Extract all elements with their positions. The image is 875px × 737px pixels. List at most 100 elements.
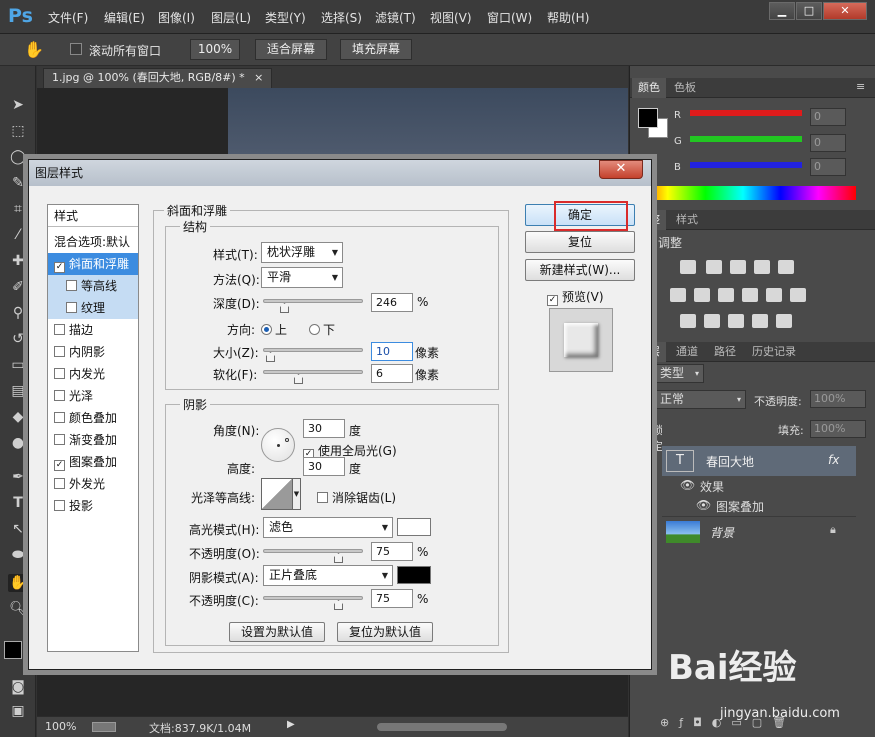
tab-history[interactable]: 历史记录 [746,342,802,362]
pen-tool-icon[interactable]: ✒ [8,468,28,486]
channel-b-value[interactable]: 0 [810,158,846,176]
direction-down-option[interactable]: 下 [309,321,335,338]
menu-help[interactable]: 帮助(H) [547,9,589,26]
scroll-all-checkbox[interactable] [70,43,82,55]
style-item[interactable]: 纹理 [48,297,138,319]
color-lookup-icon[interactable] [790,288,806,302]
screen-mode-icon[interactable]: ▣ [8,702,28,720]
horizontal-scrollbar[interactable] [377,723,507,731]
pattern-overlay-eye-icon[interactable]: 👁︎ [696,498,711,512]
style-item[interactable]: 颜色叠加 [48,407,138,429]
fill-value[interactable]: 100% [810,420,866,438]
gloss-contour-picker[interactable] [261,478,293,510]
threshold-icon[interactable] [728,314,744,328]
angle-input[interactable]: 30 [303,419,345,438]
angle-dial[interactable] [261,428,295,462]
quick-mask-icon[interactable]: ◙ [8,678,28,696]
anti-alias-option[interactable]: 消除锯齿(L) [317,489,396,506]
layer-row-background[interactable]: 背景 🔒︎ [662,516,856,546]
highlight-opacity-input[interactable]: 75 [371,542,413,561]
photo-filter-icon[interactable] [742,288,758,302]
fit-screen-button[interactable]: 适合屏幕 [255,39,327,60]
style-item[interactable]: 渐变叠加 [48,429,138,451]
style-item-checkbox[interactable] [54,500,65,511]
zoom-100-button[interactable]: 100% [190,39,240,60]
bw-icon[interactable] [718,288,734,302]
foreground-color-swatch[interactable] [4,641,22,659]
reset-default-button[interactable]: 复位为默认值 [337,622,433,642]
gradient-map-icon[interactable] [776,314,792,328]
document-tab[interactable]: 1.jpg @ 100% (春回大地, RGB/8#) * × [43,68,273,88]
menu-layer[interactable]: 图层(L) [211,9,251,26]
channel-mixer-icon[interactable] [766,288,782,302]
tab-channels[interactable]: 通道 [670,342,704,362]
soften-input[interactable]: 6 [371,364,413,383]
style-item[interactable]: 混合选项:默认 [48,231,138,253]
fill-screen-button[interactable]: 填充屏幕 [340,39,412,60]
tab-paths[interactable]: 路径 [708,342,742,362]
marquee-tool-icon[interactable]: ⬚ [8,122,28,140]
anti-alias-checkbox[interactable] [317,492,328,503]
style-item[interactable]: 投影 [48,495,138,517]
highlight-opacity-slider[interactable] [263,549,363,563]
path-select-tool-icon[interactable]: ↖ [8,520,28,538]
status-arrow-icon[interactable]: ▶ [287,719,295,730]
shadow-mode-select[interactable]: 正片叠底 ▼ [263,565,393,586]
quick-select-tool-icon[interactable]: ✎ [8,174,28,192]
style-item[interactable]: 等高线 [48,275,138,297]
menu-type[interactable]: 类型(Y) [265,9,306,26]
status-zoom[interactable]: 100% [45,720,76,733]
blend-mode-select[interactable]: 正常 ▾ [654,390,746,409]
layer-row-text[interactable]: T 春回大地 fx [662,446,856,476]
highlight-mode-select[interactable]: 滤色 ▼ [263,517,393,538]
style-item-checkbox[interactable] [54,434,65,445]
effects-eye-icon[interactable]: 👁︎ [680,478,695,492]
history-brush-tool-icon[interactable]: ↺ [8,330,28,348]
brightness-icon[interactable] [680,260,696,274]
depth-input[interactable]: 246 [371,293,413,312]
brush-tool-icon[interactable]: ✐ [8,278,28,296]
size-input[interactable]: 10 [371,342,413,361]
depth-slider[interactable] [263,299,363,313]
close-window-button[interactable]: ✕ [823,2,867,20]
channel-g-value[interactable]: 0 [810,134,846,152]
blur-tool-icon[interactable]: ◆ [8,408,28,426]
style-item[interactable]: 描边 [48,319,138,341]
invert-icon[interactable] [680,314,696,328]
zoom-tool-icon[interactable]: 🔍︎ [8,600,28,618]
menu-filter[interactable]: 滤镜(T) [375,9,416,26]
channel-r-slider[interactable] [690,110,802,116]
shadow-opacity-input[interactable]: 75 [371,589,413,608]
make-default-button[interactable]: 设置为默认值 [229,622,325,642]
tab-color[interactable]: 颜色 [632,78,666,98]
menu-window[interactable]: 窗口(W) [487,9,532,26]
channel-r-value[interactable]: 0 [810,108,846,126]
preview-checkbox[interactable]: ✓ [547,295,558,306]
highlight-color-swatch[interactable] [397,518,431,536]
tab-styles[interactable]: 样式 [670,210,704,230]
style-item[interactable]: 内阴影 [48,341,138,363]
panel-menu-icon[interactable]: ≡ [856,80,865,93]
text-layer-name[interactable]: 春回大地 [706,453,754,470]
channel-b-slider[interactable] [690,162,802,168]
move-tool-icon[interactable]: ➤ [8,96,28,114]
direction-up-option[interactable]: 上 [261,321,287,338]
style-item[interactable]: 样式 [48,205,138,227]
angle-dial-handle[interactable] [285,438,289,442]
layer-filter-select[interactable]: 类型 ▾ [654,364,704,383]
style-item-checkbox[interactable]: ✓ [54,262,65,273]
shadow-color-swatch[interactable] [397,566,431,584]
hand-tool-active-icon[interactable]: ✋ [8,574,28,592]
gloss-contour-arrow-icon[interactable]: ▼ [293,478,301,510]
posterize-icon[interactable] [704,314,720,328]
menu-view[interactable]: 视图(V) [430,9,472,26]
gradient-tool-icon[interactable]: ▤ [8,382,28,400]
direction-down-radio[interactable] [309,324,320,335]
fx-badge[interactable]: fx [828,453,839,467]
hsl-icon[interactable] [670,288,686,302]
style-item-checkbox[interactable] [54,346,65,357]
new-style-button[interactable]: 新建样式(W)... [525,259,635,281]
dodge-tool-icon[interactable]: ● [8,434,28,452]
dialog-close-button[interactable]: ✕ [599,160,643,179]
style-select[interactable]: 枕状浮雕 ▼ [261,242,343,263]
